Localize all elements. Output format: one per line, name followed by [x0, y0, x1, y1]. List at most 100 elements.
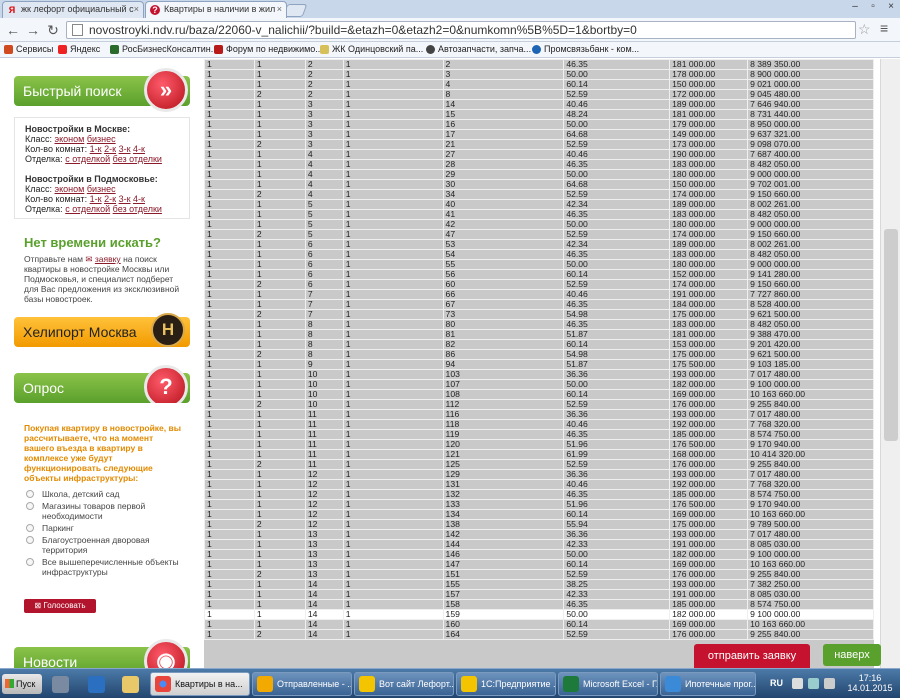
menu-icon[interactable]: ≡	[880, 20, 888, 36]
oblast-econom-link[interactable]: эконом	[55, 184, 85, 194]
start-button[interactable]: Пуск	[2, 674, 42, 694]
table-cell: 183 000.00	[669, 319, 749, 330]
table-cell: 1	[253, 239, 306, 250]
moscow-2k-link[interactable]: 2-к	[104, 144, 116, 154]
taskbar: Пуск Квартиры в на... Отправленные - ... В…	[0, 668, 900, 698]
bookmark-star-icon[interactable]: ☆	[858, 21, 871, 38]
table-cell: 1	[342, 369, 444, 380]
table-cell: 8 574 750.00	[747, 489, 874, 500]
oblast-1k-link[interactable]: 1-к	[90, 194, 102, 204]
bookmark-rbc[interactable]: РосБизнесКонсалтин...	[110, 42, 218, 57]
table-cell: 193 000.00	[669, 369, 749, 380]
table-cell: 1	[253, 159, 306, 170]
computer-icon[interactable]	[52, 676, 69, 693]
table-row: 1 1 14 1 159 50.00 182 000.00 9 100 000.00	[204, 609, 874, 620]
taskbar-item[interactable]: Вот сайт Лефорт...	[354, 672, 454, 696]
rss-icon: ◉	[144, 639, 188, 668]
moscow-econom-link[interactable]: эконом	[55, 134, 85, 144]
table-cell: 1	[342, 619, 444, 630]
clock[interactable]: 17:16 14.01.2015	[842, 673, 898, 693]
tab-apartments[interactable]: ? Квартиры в наличии в жил ×	[145, 1, 287, 18]
table-cell: 30	[442, 179, 565, 190]
table-cell: 14	[442, 99, 565, 110]
forward-arrow-icon[interactable]: →	[24, 21, 42, 39]
table-cell: 175 500.00	[669, 359, 749, 370]
oblast-without-finish-link[interactable]: без отделки	[113, 204, 162, 214]
scrollbar-thumb[interactable]	[884, 229, 898, 441]
table-row: 1 2 4 1 34 52.59 174 000.00 9 150 660.00	[204, 189, 874, 200]
table-cell: 67	[442, 299, 565, 310]
vertical-scrollbar[interactable]	[880, 59, 900, 668]
taskbar-item[interactable]: Ипотечные прог...	[660, 672, 756, 696]
moscow-3k-link[interactable]: 3-к	[119, 144, 131, 154]
explorer-folder-icon[interactable]	[122, 676, 139, 693]
reload-icon[interactable]: ↻	[44, 21, 62, 39]
heliport-banner[interactable]: Хелипорт Москва H	[14, 313, 190, 347]
request-link[interactable]: заявку	[95, 254, 121, 264]
bookmark-odintsovo[interactable]: ЖК Одинцовский па...	[320, 42, 423, 57]
moscow-4k-link[interactable]: 4-к	[133, 144, 145, 154]
tab-label: Квартиры в наличии в жил	[164, 4, 276, 14]
table-cell: 1	[342, 79, 444, 90]
language-indicator[interactable]: RU	[770, 678, 783, 688]
radio-icon[interactable]	[26, 536, 34, 544]
table-cell: 50.00	[563, 379, 671, 390]
poll-option[interactable]: Все вышеперечисленные объекты инфраструк…	[24, 557, 182, 577]
moscow-business-link[interactable]: бизнес	[87, 134, 116, 144]
poll-question: Покупая квартиру в новостройке, вы рассч…	[24, 423, 181, 483]
moscow-without-finish-link[interactable]: без отделки	[113, 154, 162, 164]
moscow-1k-link[interactable]: 1-к	[90, 144, 102, 154]
table-row: 1 1 6 1 53 42.34 189 000.00 8 002 261.00	[204, 239, 874, 250]
table-cell: 8 482 050.00	[747, 319, 874, 330]
table-cell: 12	[304, 499, 344, 510]
table-cell: 8 950 000.00	[747, 119, 874, 130]
vote-button[interactable]: ⊠ Голосовать	[24, 599, 96, 613]
oblast-4k-link[interactable]: 4-к	[133, 194, 145, 204]
radio-icon[interactable]	[26, 524, 34, 532]
table-cell: 103	[442, 369, 565, 380]
tab-yandex[interactable]: Я жк лефорт официальный с ×	[2, 1, 144, 18]
oblast-business-link[interactable]: бизнес	[87, 184, 116, 194]
poll-option[interactable]: Магазины товаров первой необходимости	[24, 501, 182, 521]
radio-icon[interactable]	[26, 502, 34, 510]
taskbar-item[interactable]: 1С:Предприятие ...	[456, 672, 556, 696]
table-row: 1 1 5 1 42 50.00 180 000.00 9 000 000.00	[204, 219, 874, 230]
volume-icon[interactable]	[824, 678, 835, 689]
bookmark-forum[interactable]: Форум по недвижимо...	[214, 42, 323, 57]
poll-option[interactable]: Благоустроенная дворовая территория	[24, 535, 182, 555]
address-bar[interactable]: novostroyki.ndv.ru/baza/22060-v_nalichii…	[66, 21, 856, 39]
flag-icon[interactable]	[792, 678, 803, 689]
oblast-2k-link[interactable]: 2-к	[104, 194, 116, 204]
taskbar-item-label: Microsoft Excel - Г...	[583, 679, 658, 689]
bookmark-services[interactable]: Сервисы	[4, 42, 53, 57]
quick-search-banner[interactable]: Быстрый поиск »	[14, 68, 190, 112]
table-cell: 7 017 480.00	[747, 469, 874, 480]
maximize-icon[interactable]: ▫	[864, 1, 882, 12]
powershell-icon[interactable]	[88, 676, 105, 693]
minimize-icon[interactable]: –	[846, 1, 864, 12]
poll-option[interactable]: Школа, детский сад	[24, 489, 182, 499]
to-top-button[interactable]: наверх	[823, 644, 881, 666]
radio-icon[interactable]	[26, 558, 34, 566]
tab-close-icon[interactable]: ×	[134, 2, 139, 17]
tab-close-icon[interactable]: ×	[277, 2, 282, 17]
taskbar-item[interactable]: Квартиры в на...	[150, 672, 250, 696]
network-icon[interactable]	[808, 678, 819, 689]
poll-option[interactable]: Паркинг	[24, 523, 182, 533]
close-window-icon[interactable]: ×	[882, 1, 900, 12]
oblast-3k-link[interactable]: 3-к	[119, 194, 131, 204]
bookmark-psb[interactable]: Промсвязьбанк - ком...	[532, 42, 639, 57]
table-cell: 1	[342, 59, 444, 70]
moscow-with-finish-link[interactable]: с отделкой	[65, 154, 110, 164]
radio-icon[interactable]	[26, 490, 34, 498]
table-row: 1 1 5 1 40 42.34 189 000.00 8 002 261.00	[204, 199, 874, 210]
send-request-button[interactable]: отправить заявку	[694, 644, 810, 668]
back-arrow-icon[interactable]: ←	[4, 21, 22, 39]
news-banner[interactable]: Новости ◉	[14, 639, 190, 668]
taskbar-item[interactable]: Microsoft Excel - Г...	[558, 672, 658, 696]
taskbar-item[interactable]: Отправленные - ...	[252, 672, 352, 696]
bookmark-yandex[interactable]: Яндекс	[58, 42, 100, 57]
bookmark-autoparts[interactable]: Автозапчасти, запча...	[426, 42, 531, 57]
oblast-with-finish-link[interactable]: с отделкой	[65, 204, 110, 214]
table-row: 1 1 8 1 82 60.14 153 000.00 9 201 420.00	[204, 339, 874, 350]
